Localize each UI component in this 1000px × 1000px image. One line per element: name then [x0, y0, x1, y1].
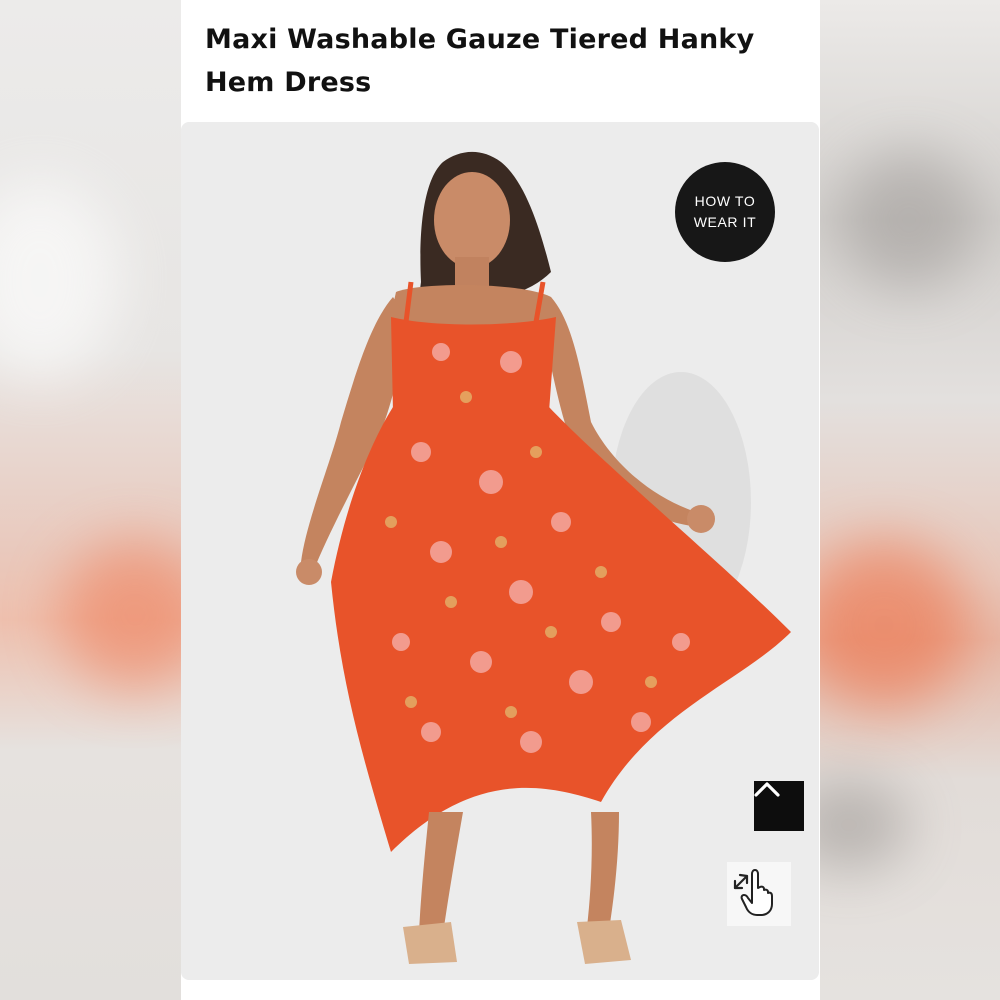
product-title: Maxi Washable Gauze Tiered Hanky Hem Dre… [205, 24, 755, 98]
left-backdrop [0, 0, 181, 1000]
product-panel: Maxi Washable Gauze Tiered Hanky Hem Dre… [181, 0, 820, 1000]
how-to-wear-it-button[interactable]: HOW TO WEAR IT [675, 162, 775, 262]
how-to-wear-it-line2: WEAR IT [693, 214, 757, 230]
how-to-wear-it-line1: HOW TO [694, 193, 756, 209]
right-backdrop [819, 0, 1000, 1000]
product-image[interactable]: HOW TO WEAR IT [181, 122, 819, 980]
chevron-up-icon [754, 782, 780, 797]
hand-pointer-expand-icon [733, 869, 773, 916]
scroll-to-top-button[interactable] [754, 781, 804, 831]
zoom-hint[interactable] [727, 862, 791, 926]
